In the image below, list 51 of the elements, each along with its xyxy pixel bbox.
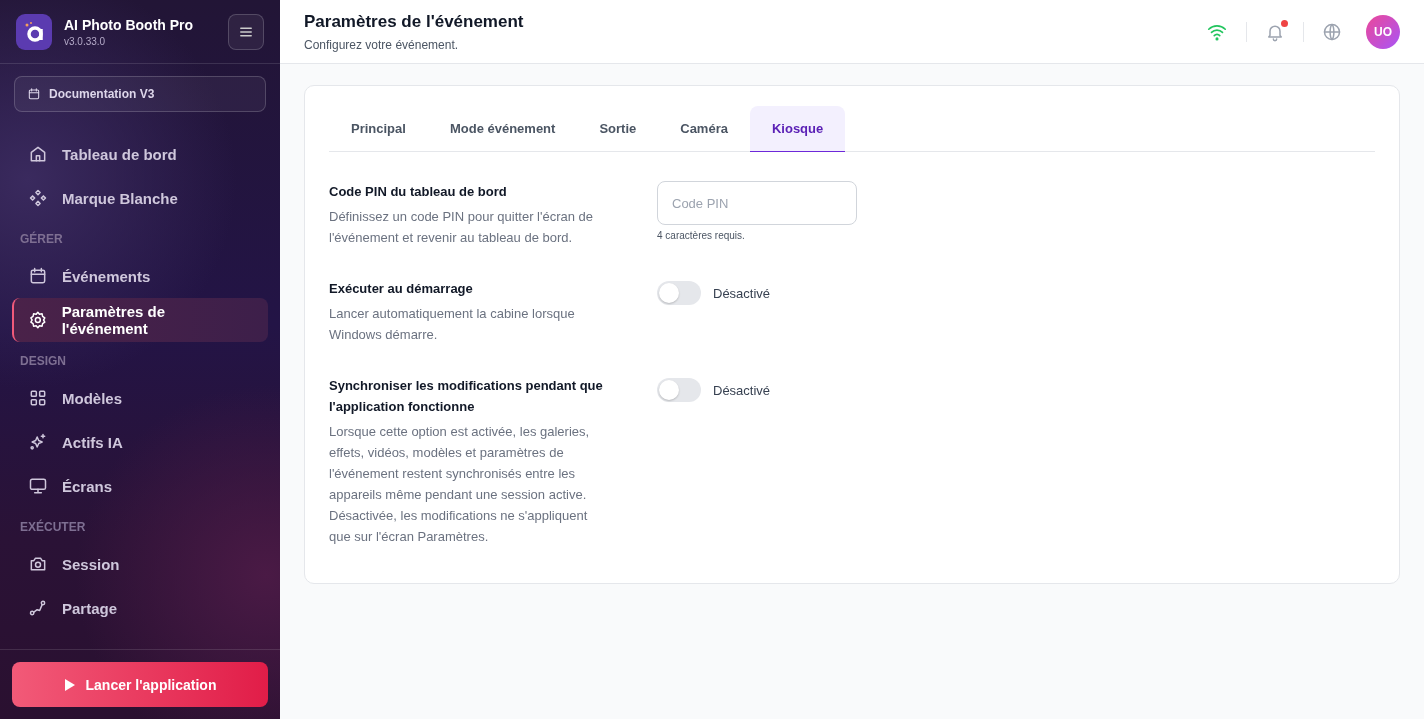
sidebar-item[interactable]: Session [12, 542, 268, 586]
setting-title: Exécuter au démarrage [329, 280, 474, 298]
setting-description: Lorsque cette option est activée, les galeries, effets, vidéos, modèles et paramètres de l'événement restent synchronisés entre les appareils même pendant une session active. Désactivée, les modifications ne s'appliquent que sur l'écran Paramètres. [329, 423, 591, 546]
tab[interactable]: Caméra [658, 106, 750, 152]
sidebar-item[interactable]: Modèles [12, 376, 268, 420]
page-subtitle: Configurez votre événement. [304, 37, 460, 52]
toggle-switch[interactable] [657, 378, 701, 402]
grid-icon [28, 388, 48, 408]
app-name: AI Photo Booth Pro [64, 17, 195, 33]
calendar-icon [27, 87, 41, 101]
app-logo [16, 14, 52, 50]
sidebar-item[interactable]: Marque Blanche [12, 176, 268, 220]
setting-title: Synchroniser les modifications pendant que l'application fonctionne [329, 377, 604, 416]
setting-description: Définissez un code PIN pour quitter l'écran de l'événement et revenir au tableau de bord. [329, 208, 595, 247]
sidebar-item[interactable]: Événements [12, 254, 268, 298]
toggle-switch[interactable] [657, 281, 701, 305]
sidebar-item[interactable]: Partage [12, 586, 268, 630]
play-icon [63, 677, 76, 692]
tab[interactable]: Kiosque [749, 106, 846, 152]
settings-icon [28, 310, 48, 330]
page-title: Paramètres de l'événement [304, 11, 525, 32]
sidebar-item[interactable]: Tableau de bord [12, 132, 268, 176]
sidebar-item[interactable]: Écrans [12, 464, 268, 508]
field-hint: 4 caractères requis. [657, 230, 746, 241]
calendar-icon [28, 266, 48, 286]
camera-icon [28, 554, 48, 574]
sidebar-item[interactable]: Paramètres de l'événement [12, 298, 268, 342]
sidebar-item[interactable]: Actifs IA [12, 420, 268, 464]
home-icon [28, 144, 48, 164]
toggle-state: Désactivé [713, 382, 771, 398]
app-version: v3.0.33.0 [64, 36, 107, 47]
sparkles-icon [28, 432, 48, 452]
section-heading: EXÉCUTER [19, 518, 87, 536]
setting-title: Code PIN du tableau de bord [329, 183, 508, 201]
diamonds-icon [28, 188, 48, 208]
pin-field[interactable]: Code PIN [657, 181, 857, 225]
tab[interactable]: Principal [329, 106, 428, 152]
section-heading: GÉRER [19, 230, 64, 248]
share-icon [28, 598, 48, 618]
notification-button[interactable] [1265, 21, 1285, 42]
monitor-icon [28, 476, 48, 496]
launch-button[interactable]: Lancer l'application [12, 662, 268, 707]
globe-icon [1322, 21, 1342, 42]
user-avatar[interactable]: UO [1366, 14, 1400, 49]
tab[interactable]: Mode événement [427, 106, 578, 152]
section-heading: DESIGN [19, 353, 67, 370]
setting-description: Lancer automatiquement la cabine lorsque Windows démarre. [329, 305, 576, 344]
menu-button[interactable] [228, 14, 264, 50]
tab[interactable]: Sortie [577, 106, 659, 152]
event-selector[interactable]: Documentation V3 [14, 76, 266, 112]
toggle-state: Désactivé [713, 285, 771, 301]
